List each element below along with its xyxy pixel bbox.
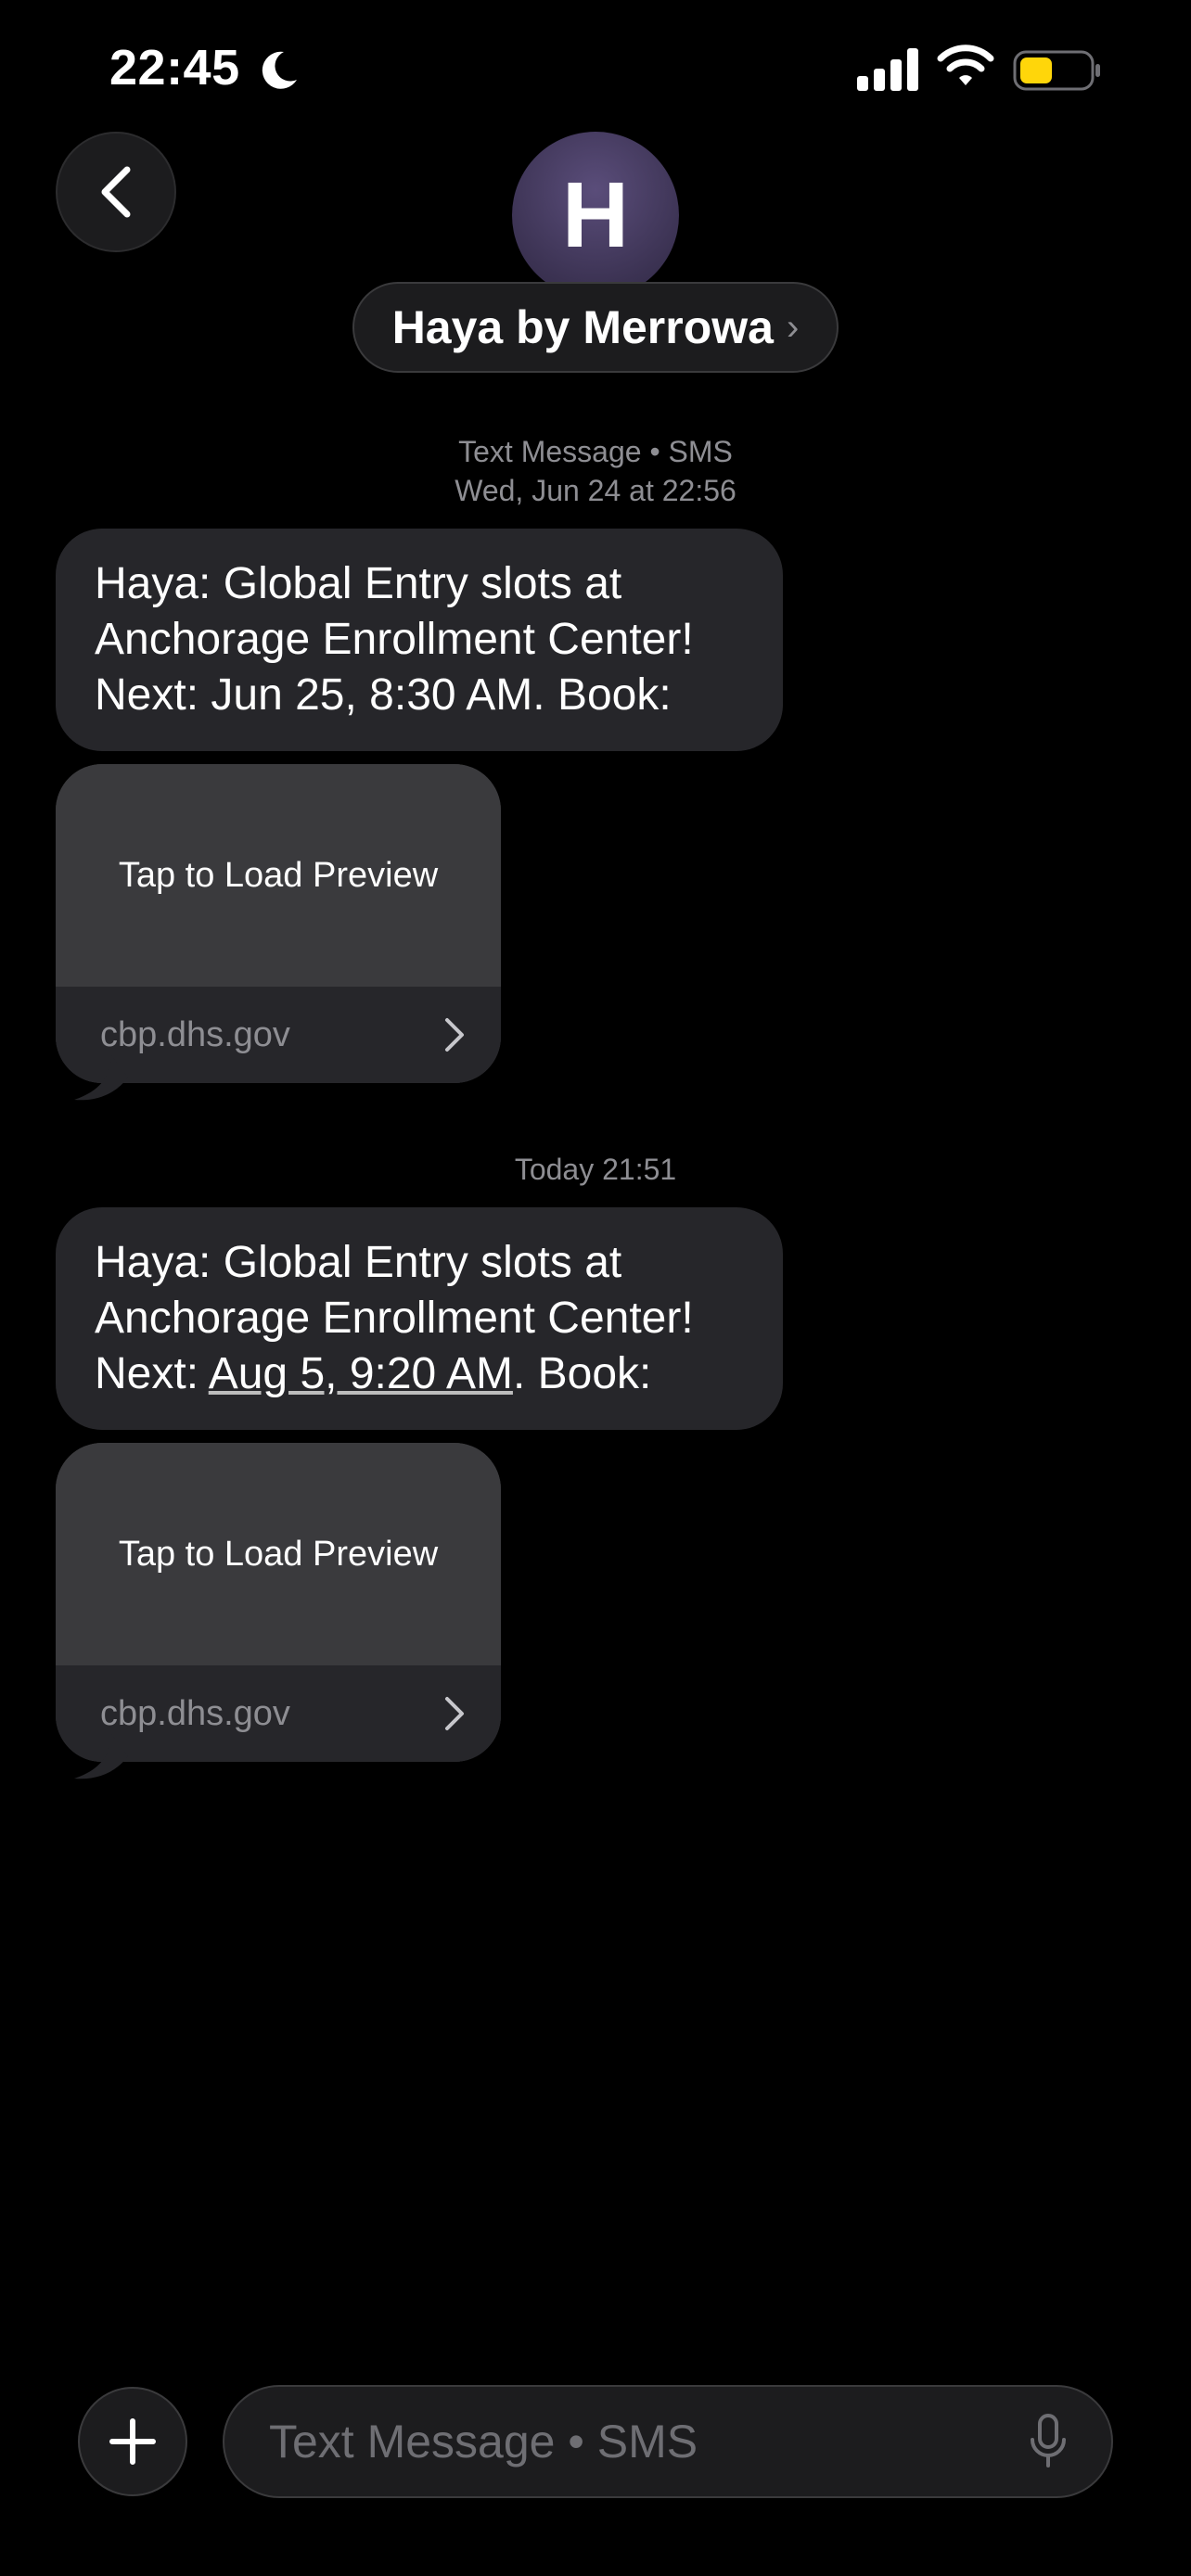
microphone-icon[interactable] xyxy=(1030,2414,1067,2469)
add-attachment-button[interactable] xyxy=(78,2387,187,2496)
chevron-right-icon xyxy=(445,1018,464,1052)
chevron-right-icon xyxy=(445,1697,464,1730)
message-text-end: . Book: xyxy=(512,1349,652,1398)
cellular-signal-icon xyxy=(857,48,918,91)
bubble-tail xyxy=(74,1055,128,1101)
chevron-right-icon: › xyxy=(786,306,800,348)
timestamp-date: Today 21:51 xyxy=(514,1153,677,1186)
link-preview-card[interactable]: Tap to Load Preview cbp.dhs.gov xyxy=(56,764,501,1101)
message-bubble[interactable]: Haya: Global Entry slots at Anchorage En… xyxy=(56,1207,783,1430)
message-input[interactable] xyxy=(269,2415,1030,2468)
bubble-tail xyxy=(74,1734,128,1779)
link-domain: cbp.dhs.gov xyxy=(100,1014,290,1054)
tap-to-load-preview[interactable]: Tap to Load Preview xyxy=(56,1443,501,1665)
contact-name: Haya by Merrowa xyxy=(391,301,774,353)
link-domain: cbp.dhs.gov xyxy=(100,1693,290,1733)
plus-icon xyxy=(109,2418,156,2465)
message-input-container[interactable] xyxy=(223,2385,1113,2498)
wifi-icon xyxy=(937,45,994,85)
message-text-end: . Book: xyxy=(532,670,672,720)
message-date-link[interactable]: Aug 5, 9:20 AM xyxy=(209,1349,513,1398)
moon-icon xyxy=(262,51,297,89)
contact-avatar[interactable]: H xyxy=(512,132,679,299)
chevron-left-icon xyxy=(101,166,131,218)
message-date: Jun 25, 8:30 AM xyxy=(211,670,533,720)
status-time: 22:45 xyxy=(109,40,240,96)
link-preview-card[interactable]: Tap to Load Preview cbp.dhs.gov xyxy=(56,1443,501,1779)
back-button[interactable] xyxy=(56,132,176,252)
battery-icon xyxy=(1013,50,1100,91)
tap-to-load-preview[interactable]: Tap to Load Preview xyxy=(56,764,501,987)
timestamp-service: Text Message • SMS xyxy=(458,435,733,468)
message-bubble[interactable]: Haya: Global Entry slots at Anchorage En… xyxy=(56,529,783,751)
timestamp-date: Wed, Jun 24 at 22:56 xyxy=(455,474,736,507)
messages-screen: 22:45 H Haya by Merrowa › Text Message •… xyxy=(0,0,1191,2576)
contact-name-button[interactable]: Haya by Merrowa › xyxy=(352,282,839,373)
